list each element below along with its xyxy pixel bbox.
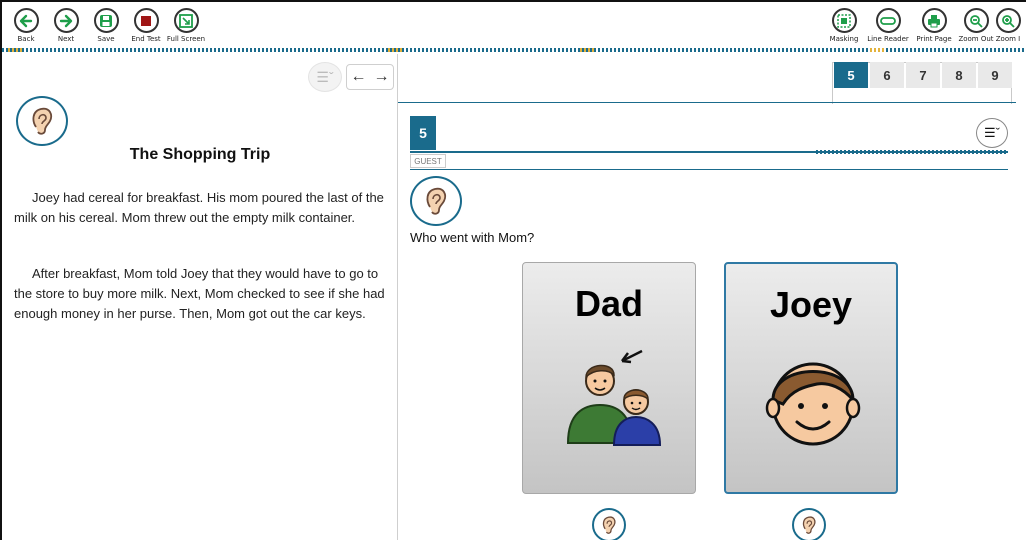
hamburger-icon: ☰ˇ (316, 68, 334, 85)
full-screen-button[interactable]: Full Screen (164, 8, 208, 52)
question-tab-7[interactable]: 7 (906, 62, 940, 88)
question-tab-9[interactable]: 9 (978, 62, 1012, 88)
end-test-label: End Test (131, 35, 161, 43)
line-reader-label: Line Reader (867, 35, 909, 43)
choice-dad[interactable]: Dad (522, 262, 696, 494)
masking-button[interactable]: Masking (822, 8, 866, 52)
question-tab-8[interactable]: 8 (942, 62, 976, 88)
next-button[interactable]: Next (44, 8, 88, 52)
stop-icon (133, 8, 159, 33)
question-header-line (410, 151, 1008, 153)
arrow-right-icon (53, 8, 79, 33)
toolbar-divider-accent (580, 48, 594, 52)
question-panel: 5 6 7 8 9 5 ☰ˇ GUEST Who went with Mom? … (398, 54, 1026, 540)
question-tab-5[interactable]: 5 (834, 62, 868, 88)
line-reader-button[interactable]: Line Reader (866, 8, 910, 52)
choice-word: Joey (769, 284, 853, 325)
arrow-right-icon: → (373, 68, 390, 85)
hamburger-icon: ☰ˇ (984, 125, 1000, 140)
ear-icon (32, 107, 53, 135)
passage-panel: ☰ˇ ← → The Shopping Trip Joey had cereal… (2, 54, 398, 540)
zoom-out-icon (963, 8, 989, 33)
save-button[interactable]: Save (84, 8, 128, 52)
question-tab-6[interactable]: 6 (870, 62, 904, 88)
arrow-left-icon (13, 8, 39, 33)
question-header-line (410, 169, 1008, 170)
passage-title: The Shopping Trip (129, 146, 271, 163)
full-screen-label: Full Screen (166, 35, 206, 43)
zoom-in-label: Zoom I (995, 35, 1021, 43)
printer-icon (921, 8, 947, 33)
passage-paragraph: After breakfast, Mom told Joey that they… (14, 266, 385, 321)
choice-word: Dad (574, 283, 643, 324)
full-screen-icon (173, 8, 199, 33)
arrow-left-icon: ← (350, 68, 367, 85)
boy-face-picture (765, 362, 861, 446)
listen-choice-dad-button[interactable] (592, 508, 626, 540)
print-page-label: Print Page (916, 35, 952, 43)
guest-label: GUEST (410, 154, 446, 168)
print-page-button[interactable]: Print Page (912, 8, 956, 52)
next-label: Next (57, 35, 75, 43)
masking-label: Masking (829, 35, 859, 43)
question-text: Who went with Mom? (410, 230, 535, 245)
listen-question-button[interactable] (410, 176, 462, 226)
choice-joey[interactable]: Joey (724, 262, 898, 494)
zoom-in-icon (995, 8, 1021, 33)
back-label: Back (17, 35, 35, 43)
toolbar: Back Next Save End Test Full Screen Mask… (2, 6, 1026, 52)
zoom-in-button[interactable]: Zoom I (990, 8, 1026, 52)
question-number: 5 (410, 116, 436, 150)
toolbar-divider-accent (870, 48, 884, 52)
back-button[interactable]: Back (4, 8, 48, 52)
save-label: Save (97, 35, 115, 43)
listen-passage-button[interactable] (16, 96, 68, 146)
save-icon (93, 8, 119, 33)
dad-and-boy-picture (566, 349, 662, 446)
masking-icon (831, 8, 857, 33)
toolbar-divider-accent (388, 48, 402, 52)
question-menu-button[interactable]: ☰ˇ (976, 118, 1008, 148)
passage-paragraph: Joey had cereal for breakfast. His mom p… (14, 190, 384, 225)
zoom-out-label: Zoom Out (958, 35, 994, 43)
end-test-button[interactable]: End Test (124, 8, 168, 52)
expand-passage-button[interactable]: ← → (346, 64, 394, 90)
toolbar-divider-accent (8, 48, 22, 52)
line-reader-icon (875, 8, 901, 33)
tab-divider (398, 102, 1016, 103)
ear-icon (426, 187, 447, 215)
ear-icon (802, 516, 816, 534)
ear-icon (602, 516, 616, 534)
listen-choice-joey-button[interactable] (792, 508, 826, 540)
passage-menu-button[interactable]: ☰ˇ (308, 62, 342, 92)
